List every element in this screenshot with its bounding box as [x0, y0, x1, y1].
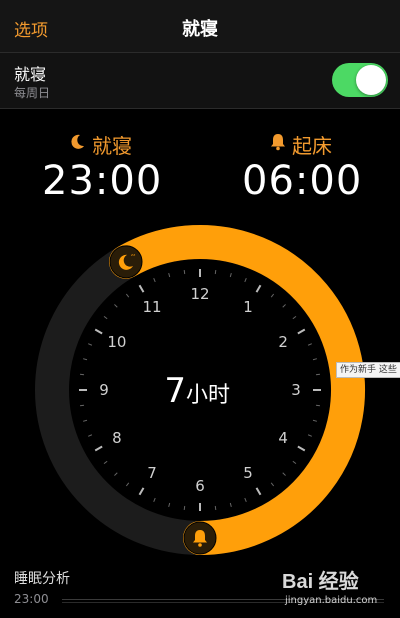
clock-number: 9 [99, 381, 109, 399]
bell-clapper [198, 543, 202, 547]
duration-value: 7 [164, 371, 186, 411]
clock-tick [214, 505, 217, 511]
clock-tick [214, 269, 217, 275]
sleep-dial[interactable]: 121234567891011 7 小时 ᶻᶻ [0, 215, 400, 555]
zz-icon: ᶻᶻ [131, 253, 135, 260]
clock-number: 1 [243, 298, 253, 316]
bedtime-time[interactable]: 23:00 [42, 158, 162, 204]
clock-number: 7 [147, 464, 157, 482]
clock-number: 12 [190, 285, 209, 303]
bedtime-row: 就寝 每周日 [0, 53, 400, 108]
clock-number: 8 [112, 429, 122, 447]
bedtime-toggle[interactable] [332, 63, 388, 97]
moon-icon [68, 133, 86, 156]
clock-number: 3 [291, 381, 301, 399]
clock-tick [315, 373, 321, 376]
row-divider [0, 108, 400, 109]
watermark: Bai 经验 jingyan.baidu.com [282, 565, 377, 606]
bell-icon [270, 133, 286, 156]
clock-number: 6 [195, 477, 205, 495]
duration-unit: 小时 [186, 383, 230, 408]
toggle-knob [356, 65, 386, 95]
sleep-analysis-time: 23:00 [14, 592, 49, 606]
tooltip-hint: 作为新手 这些 [336, 362, 400, 378]
clock-number: 5 [243, 464, 253, 482]
bedtime-row-schedule: 每周日 [14, 86, 51, 100]
bedtime-header: 就寝 [68, 130, 132, 159]
nav-bar: 选项 就寝 [0, 0, 400, 52]
sleep-analysis-title: 睡眠分析 [14, 571, 70, 587]
watermark-url: jingyan.baidu.com [285, 595, 378, 606]
wake-handle[interactable] [183, 521, 217, 555]
clock-tick [183, 269, 186, 275]
wake-label: 起床 [292, 134, 332, 158]
bedtime-row-label: 就寝 [14, 65, 47, 84]
clock-tick [183, 505, 186, 511]
clock-tick [79, 404, 85, 407]
bedtime-label: 就寝 [92, 134, 132, 158]
clock-number: 11 [142, 298, 161, 316]
clock-tick [315, 404, 321, 407]
clock-tick [79, 373, 85, 376]
clock-number: 2 [278, 333, 288, 351]
clock-number: 10 [107, 333, 126, 351]
bedtime-handle[interactable]: ᶻᶻ [109, 245, 143, 279]
wake-header: 起床 [270, 130, 332, 159]
wake-time[interactable]: 06:00 [242, 158, 362, 204]
watermark-logo: Bai 经验 [282, 571, 359, 593]
clock-number: 4 [278, 429, 288, 447]
page-title: 就寝 [182, 19, 218, 40]
